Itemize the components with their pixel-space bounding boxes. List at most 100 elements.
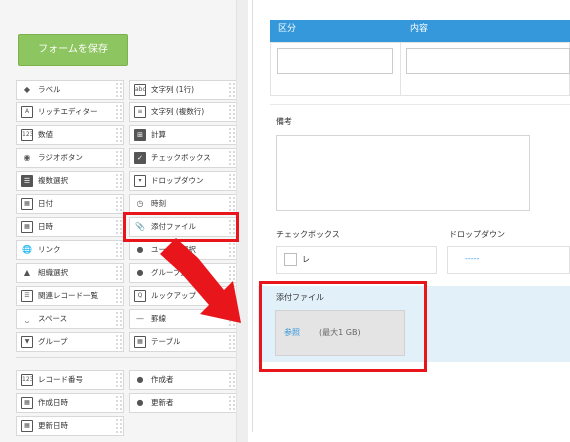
multi-line-text-icon: ≡ [134, 106, 146, 118]
checkbox-field-label: チェックボックス [276, 230, 340, 239]
drag-handle-icon [115, 265, 123, 281]
palette-item-text: 作成日時 [38, 398, 68, 407]
drag-handle-icon [115, 288, 123, 304]
date-icon: ▦ [21, 198, 33, 210]
drag-handle-icon [228, 242, 236, 258]
palette-item-creator[interactable]: ● 作成者 [129, 370, 237, 390]
palette-item-text: リンク [38, 245, 61, 254]
palette-item-datetime[interactable]: ▦ 日時 [16, 217, 124, 237]
palette-item-text: 時刻 [151, 199, 166, 208]
palette-item-created-datetime[interactable]: ▦ 作成日時 [16, 393, 124, 413]
checkbox-option-label: レ [302, 255, 310, 264]
remarks-textarea[interactable] [276, 135, 530, 211]
drag-handle-icon [228, 82, 236, 98]
palette-item-text: ルックアップ [151, 291, 196, 300]
palette-item-text: 文字列 (複数行) [151, 107, 205, 116]
palette-item-border-line[interactable]: — 罫線 [129, 309, 237, 329]
palette-divider [16, 357, 237, 358]
drag-handle-icon [115, 82, 123, 98]
remarks-label: 備考 [276, 117, 292, 126]
drag-handle-icon [115, 173, 123, 189]
palette-item-rich-editor[interactable]: A リッチエディター [16, 102, 124, 122]
palette-item-text: グループ [38, 337, 68, 346]
palette-item-calculation[interactable]: ⊞ 計算 [129, 125, 237, 145]
border-line-icon: — [136, 314, 144, 323]
palette-item-text: ラベル [38, 85, 61, 94]
table-header-content: 内容 [410, 24, 429, 34]
palette-item-text: 複数選択 [38, 176, 68, 185]
palette-item-organization-select[interactable]: ▲ 組織選択 [16, 263, 124, 283]
checkbox-icon: ✓ [134, 152, 146, 164]
palette-item-text: グループ選択 [151, 268, 196, 277]
palette-item-text: 数値 [38, 130, 53, 139]
palette-item-updated-datetime[interactable]: ▦ 更新日時 [16, 416, 124, 436]
record-number-icon: 123 [21, 374, 33, 386]
drag-handle-icon [228, 173, 236, 189]
drag-handle-icon [228, 150, 236, 166]
drag-handle-icon [228, 127, 236, 143]
dropdown-value: ----- [465, 254, 480, 263]
space-icon: ⎵ [25, 314, 29, 323]
palette-item-time[interactable]: ◷ 時刻 [129, 194, 237, 214]
table-content-input[interactable] [406, 48, 570, 74]
palette-highlight-box [123, 212, 239, 242]
palette-item-text: 作成者 [151, 375, 174, 384]
palette-item-updater[interactable]: ● 更新者 [129, 393, 237, 413]
palette-item-dropdown[interactable]: ▾ ドロップダウン [129, 171, 237, 191]
drag-handle-icon [115, 311, 123, 327]
palette-item-space[interactable]: ⎵ スペース [16, 309, 124, 329]
palette-item-text: スペース [38, 314, 68, 323]
checkbox-input[interactable] [284, 253, 297, 266]
group-icon: ● [136, 268, 144, 277]
drag-handle-icon [115, 395, 123, 411]
palette-item-link[interactable]: 🌐 リンク [16, 240, 124, 260]
drag-handle-icon [115, 418, 123, 434]
palette-item-user-select[interactable]: ● ユーザー選択 [129, 240, 237, 260]
drag-handle-icon [228, 334, 236, 350]
palette-item-record-number[interactable]: 123 レコード番号 [16, 370, 124, 390]
palette-item-group[interactable]: ▼ グループ [16, 332, 124, 352]
palette-item-text: ユーザー選択 [151, 245, 196, 254]
drag-handle-icon [228, 395, 236, 411]
palette-item-group-select[interactable]: ● グループ選択 [129, 263, 237, 283]
drag-handle-icon [115, 219, 123, 235]
palette-item-text: チェックボックス [151, 153, 211, 162]
palette-item-date[interactable]: ▦ 日付 [16, 194, 124, 214]
table-category-input[interactable] [277, 48, 393, 74]
clock-icon: ◷ [136, 199, 144, 208]
palette-item-lookup[interactable]: Q ルックアップ [129, 286, 237, 306]
drag-handle-icon [228, 288, 236, 304]
drag-handle-icon [115, 334, 123, 350]
palette-item-table[interactable]: ▦ テーブル [129, 332, 237, 352]
palette-item-single-line-text[interactable]: abc 文字列 (1行) [129, 80, 237, 100]
palette-item-text: 更新日時 [38, 421, 68, 430]
multi-select-icon: ☰ [21, 175, 33, 187]
label-icon: ◆ [23, 85, 31, 94]
checkbox-field [276, 246, 437, 274]
drag-handle-icon [228, 311, 236, 327]
updated-datetime-icon: ▦ [21, 420, 33, 432]
single-line-text-icon: abc [134, 84, 146, 96]
palette-item-related-records[interactable]: ☰ 関連レコード一覧 [16, 286, 124, 306]
palette-item-multi-line-text[interactable]: ≡ 文字列 (複数行) [129, 102, 237, 122]
drag-handle-icon [115, 150, 123, 166]
palette-item-checkbox[interactable]: ✓ チェックボックス [129, 148, 237, 168]
palette-item-radio-button[interactable]: ◉ ラジオボタン [16, 148, 124, 168]
drag-handle-icon [228, 104, 236, 120]
creator-icon: ● [136, 375, 144, 384]
dropdown-field-label: ドロップダウン [449, 230, 505, 239]
palette-item-label[interactable]: ◆ ラベル [16, 80, 124, 100]
drag-handle-icon [228, 196, 236, 212]
drag-handle-icon [228, 372, 236, 388]
save-form-button[interactable]: フォームを保存 [18, 34, 128, 66]
palette-item-multi-select[interactable]: ☰ 複数選択 [16, 171, 124, 191]
palette-item-text: 文字列 (1行) [151, 85, 195, 94]
user-icon: ● [136, 245, 144, 254]
table-icon: ▦ [134, 336, 146, 348]
calculation-icon: ⊞ [134, 129, 146, 141]
palette-item-number[interactable]: 123 数値 [16, 125, 124, 145]
drag-handle-icon [115, 104, 123, 120]
palette-item-text: ドロップダウン [151, 176, 204, 185]
radio-button-icon: ◉ [23, 153, 31, 162]
related-records-icon: ☰ [21, 290, 33, 302]
